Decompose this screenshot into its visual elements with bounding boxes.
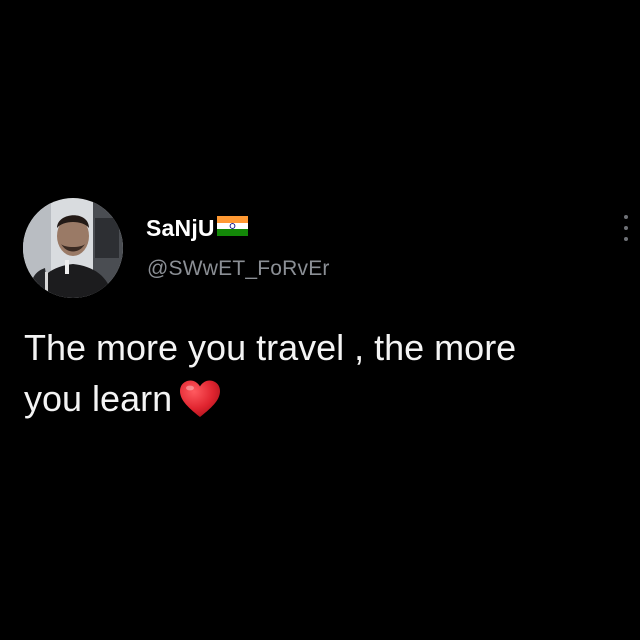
tweet-text-line-1: The more you travel , the more	[24, 327, 517, 368]
tweet-card: SaNjU @SWwET_FoRvEr The more you travel …	[0, 0, 640, 640]
tweet-text-line-2: you learn	[24, 373, 614, 424]
more-options-dot	[624, 215, 628, 219]
author-handle[interactable]: @SWwET_FoRvEr	[147, 257, 330, 281]
more-options-dot	[624, 226, 628, 230]
india-flag-icon	[216, 216, 248, 236]
avatar-photo	[23, 198, 123, 298]
red-heart-icon	[178, 379, 222, 419]
author-name-row[interactable]: SaNjU	[146, 212, 248, 244]
more-options-icon[interactable]	[619, 215, 633, 241]
avatar[interactable]	[23, 198, 123, 298]
display-name[interactable]: SaNjU	[146, 215, 215, 242]
tweet-text: The more you travel , the more you learn	[24, 322, 614, 424]
tweet-text-line-2-text: you learn	[24, 378, 173, 419]
more-options-dot	[624, 237, 628, 241]
